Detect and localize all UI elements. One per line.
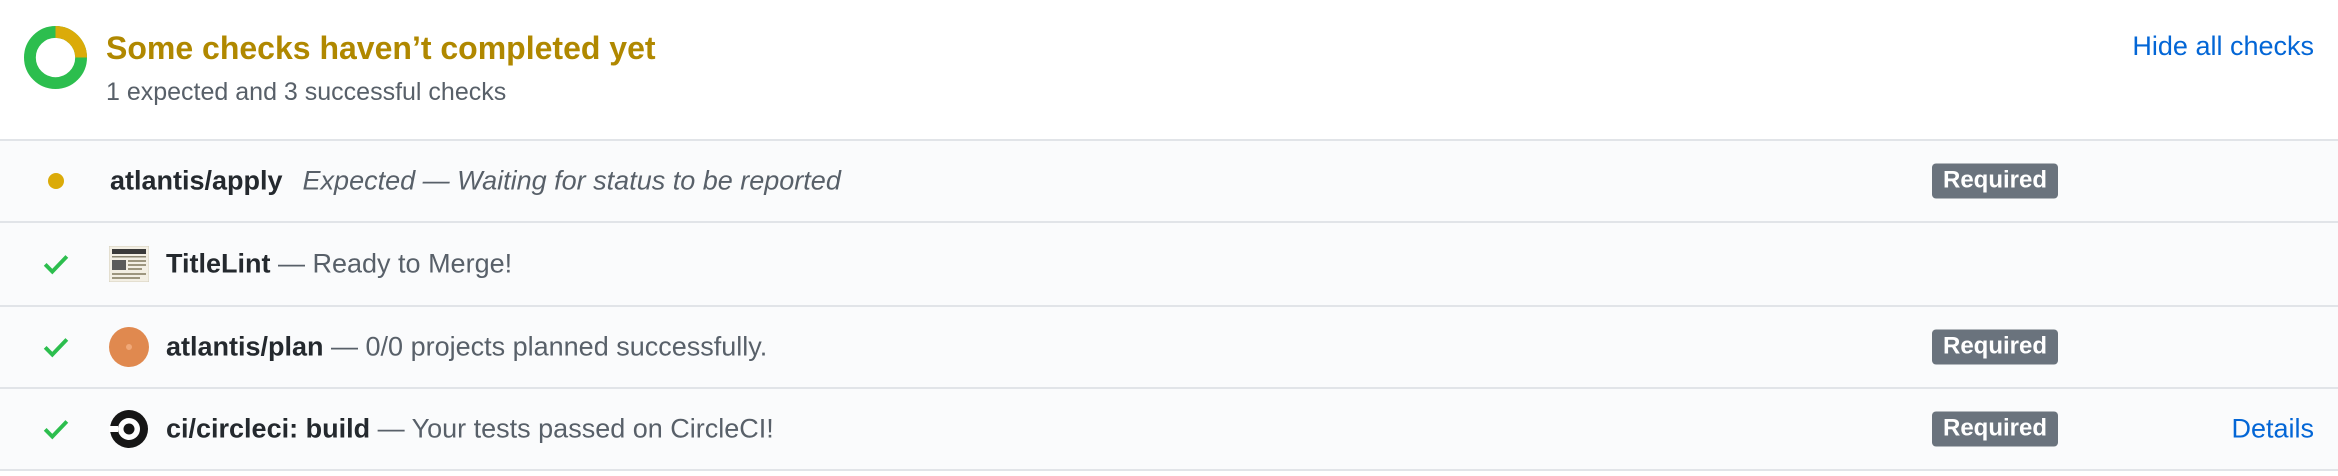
check-icon [42,415,70,443]
check-description: — 0/0 projects planned successfully. [323,331,768,362]
check-description: — Ready to Merge! [270,248,513,279]
required-badge: Required [1932,163,2059,199]
checks-summary-header: Some checks haven’t completed yet 1 expe… [0,0,2338,141]
check-name: TitleLint [166,248,271,279]
check-row-atlantis-apply: atlantis/apply Expected — Waiting for sta… [0,141,2338,223]
check-line: atlantis/plan — 0/0 projects planned suc… [166,332,767,363]
check-line: TitleLint — Ready to Merge! [166,249,512,280]
checks-summary-subtitle: 1 expected and 3 successful checks [106,78,507,106]
check-row-atlantis-plan: atlantis/plan — 0/0 projects planned suc… [0,307,2338,389]
check-name: atlantis/apply [110,165,283,196]
check-description: — Your tests passed on CircleCI! [370,413,774,444]
merge-checks-panel: Some checks haven’t completed yet 1 expe… [0,0,2338,476]
check-description: Expected — Waiting for status to be repo… [302,165,841,196]
check-row-titlelint: TitleLint — Ready to Merge! [0,223,2338,307]
details-link[interactable]: Details [2231,414,2314,445]
checks-progress-donut-icon [24,26,87,89]
pending-dot-icon [42,167,70,195]
circleci-logo-icon [109,409,149,449]
hide-all-checks-link[interactable]: Hide all checks [2132,31,2314,62]
check-line: atlantis/apply Expected — Waiting for sta… [110,166,841,197]
check-name: ci/circleci: build [166,413,371,444]
titlelint-avatar-icon [109,244,149,284]
check-line: ci/circleci: build — Your tests passed o… [166,414,774,445]
required-badge: Required [1932,329,2059,365]
check-icon [42,250,70,278]
required-badge: Required [1932,411,2059,447]
atlantis-avatar-icon [109,327,149,367]
check-row-circleci-build: ci/circleci: build — Your tests passed o… [0,389,2338,471]
checks-summary-title: Some checks haven’t completed yet [106,30,656,66]
check-name: atlantis/plan [166,331,324,362]
check-icon [42,333,70,361]
